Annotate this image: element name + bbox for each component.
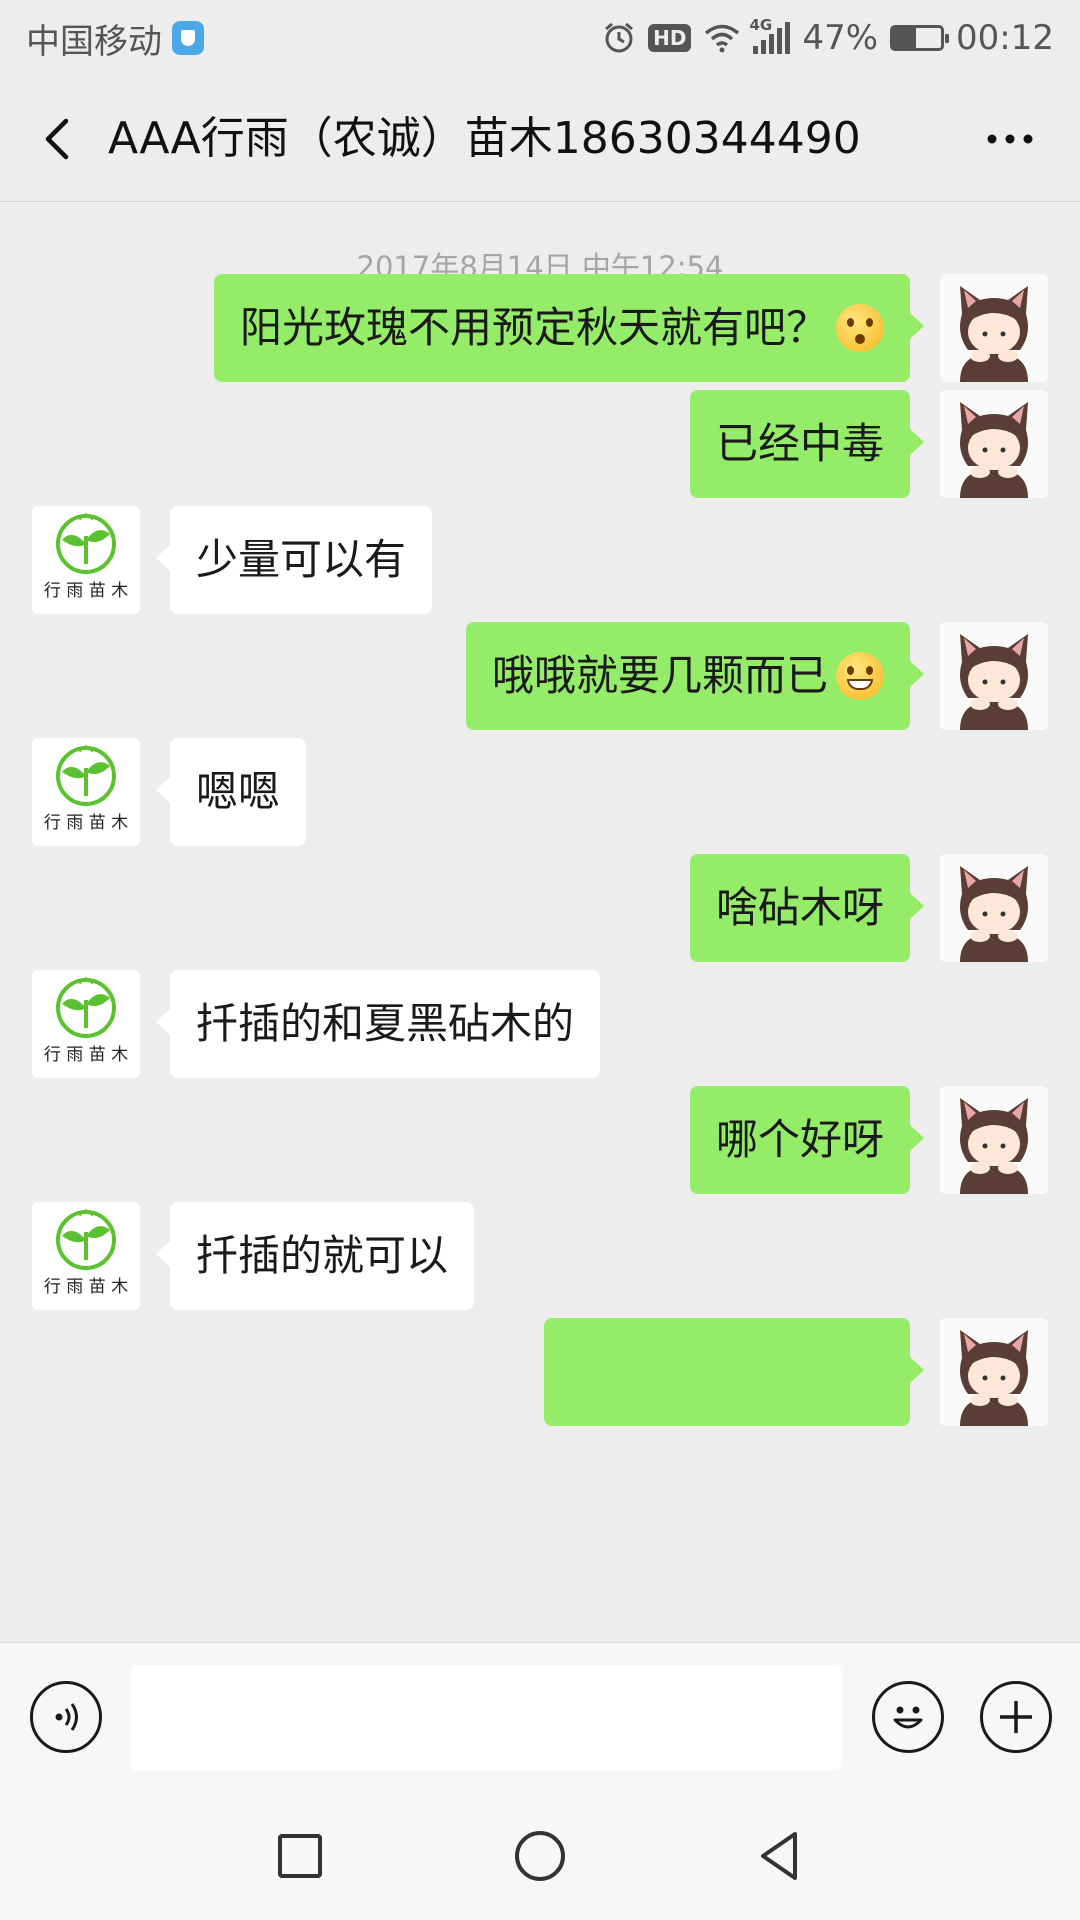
svg-text:行 雨 苗 木: 行 雨 苗 木 (44, 1045, 128, 1065)
surprised-emoji-icon (836, 304, 884, 352)
wifi-icon (703, 23, 741, 53)
message-row: 已经中毒 (0, 390, 1080, 500)
message-row: 哪个好呀 (0, 1086, 1080, 1196)
sent-message-bubble[interactable]: 阳光玫瑰不用预定秋天就有吧？ (213, 274, 925, 382)
chat-header: AAA行雨（农诚）苗木18630344490 (0, 76, 1080, 202)
hd-badge: HD (648, 24, 692, 52)
message-row: 扦插的就可以 行 雨 苗 木行雨苗木 (0, 1202, 1080, 1312)
network-type: 4G (749, 16, 773, 34)
smile-icon[interactable] (872, 1681, 944, 1753)
status-bar: 中国移动 HD 4G 47% 00:12 (0, 0, 1080, 76)
sent-message-bubble[interactable]: 哪个好呀 (689, 1086, 925, 1194)
grin-emoji-icon (836, 652, 884, 700)
voice-icon[interactable] (30, 1681, 102, 1753)
contact-avatar[interactable]: 行 雨 苗 木行雨苗木 (32, 738, 140, 846)
battery-icon (890, 25, 950, 51)
message-list[interactable]: 2017年8月14日 中午12:54 阳光玫瑰不用预定秋天就有吧？ 已经中毒 少量可… (0, 202, 1080, 1642)
my-avatar[interactable] (940, 622, 1048, 730)
status-left: 中国移动 (26, 14, 204, 63)
more-dots-icon[interactable] (980, 114, 1040, 164)
contact-avatar[interactable]: 行 雨 苗 木行雨苗木 (32, 506, 140, 614)
message-row: 啥砧木呀 (0, 854, 1080, 964)
battery-percent: 47% (802, 18, 879, 58)
sent-message-bubble[interactable]: 哦哦就要几颗而已 (465, 622, 925, 730)
received-message-bubble[interactable]: 少量可以有 (155, 506, 433, 614)
message-input[interactable] (130, 1665, 842, 1771)
clock: 00:12 (956, 18, 1054, 58)
carrier-name: 中国移动 (26, 21, 162, 62)
message-text: 嗯嗯 (196, 767, 281, 816)
chat-title: AAA行雨（农诚）苗木18630344490 (108, 113, 861, 164)
system-nav-bar (0, 1792, 1080, 1920)
received-message-bubble[interactable]: 扦插的就可以 (155, 1202, 475, 1310)
svg-text:行 雨 苗 木: 行 雨 苗 木 (44, 581, 128, 601)
sent-message-bubble[interactable] (544, 1318, 924, 1426)
sent-message-bubble[interactable]: 啥砧木呀 (689, 854, 925, 962)
svg-text:行 雨 苗 木: 行 雨 苗 木 (44, 813, 128, 833)
message-row: 哦哦就要几颗而已 (0, 622, 1080, 732)
square-icon[interactable] (268, 1824, 332, 1888)
message-text: 少量可以有 (196, 535, 407, 584)
message-text: 已经中毒 (715, 419, 884, 468)
svg-text:行 雨 苗 木: 行 雨 苗 木 (44, 1277, 128, 1297)
contact-avatar[interactable]: 行 雨 苗 木行雨苗木 (32, 970, 140, 1078)
message-row-partial (0, 1318, 1080, 1428)
chevron-left-icon[interactable] (30, 109, 90, 169)
received-message-bubble[interactable]: 嗯嗯 (155, 738, 307, 846)
input-bar (0, 1642, 1080, 1792)
received-message-bubble[interactable]: 扦插的和夏黑砧木的 (155, 970, 601, 1078)
my-avatar[interactable] (940, 1318, 1048, 1426)
my-avatar[interactable] (940, 390, 1048, 498)
my-avatar[interactable] (940, 1086, 1048, 1194)
message-row: 少量可以有 行 雨 苗 木行雨苗木 (0, 506, 1080, 616)
message-row: 嗯嗯 行 雨 苗 木行雨苗木 (0, 738, 1080, 848)
message-text: 哪个好呀 (715, 1115, 884, 1164)
my-avatar[interactable] (940, 274, 1048, 382)
my-avatar[interactable] (940, 854, 1048, 962)
message-text: 扦插的和夏黑砧木的 (196, 999, 575, 1048)
plus-icon[interactable] (980, 1681, 1052, 1753)
message-row: 扦插的和夏黑砧木的 行 雨 苗 木行雨苗木 (0, 970, 1080, 1080)
shield-icon (172, 21, 204, 55)
message-text: 哦哦就要几颗而已 (491, 651, 828, 700)
triangle-back-icon[interactable] (748, 1824, 812, 1888)
message-text: 扦插的就可以 (196, 1231, 449, 1280)
cell-signal-icon: 4G (749, 16, 791, 54)
alarm-icon (602, 21, 636, 55)
message-row: 阳光玫瑰不用预定秋天就有吧？ (0, 274, 1080, 384)
circle-icon[interactable] (508, 1824, 572, 1888)
message-text: 阳光玫瑰不用预定秋天就有吧？ (239, 303, 828, 352)
contact-avatar[interactable]: 行 雨 苗 木行雨苗木 (32, 1202, 140, 1310)
message-text: 啥砧木呀 (715, 883, 884, 932)
status-right: HD 4G 47% 00:12 (602, 16, 1054, 58)
sent-message-bubble[interactable]: 已经中毒 (689, 390, 925, 498)
